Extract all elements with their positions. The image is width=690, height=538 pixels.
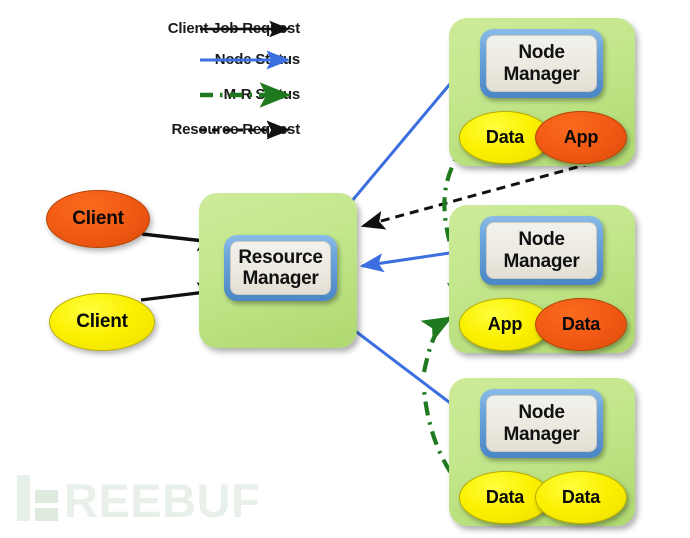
node-manager-inner-3: Node Manager xyxy=(486,395,597,452)
resource-manager-box[interactable]: Resource Manager xyxy=(224,235,337,301)
node-container-3[interactable]: Node Manager Data Data xyxy=(449,378,635,526)
legend-arrow-swatches xyxy=(200,20,292,140)
resource-manager-container[interactable]: Resource Manager xyxy=(199,193,357,348)
watermark-bar-icon xyxy=(17,475,30,521)
client-ellipse-2[interactable]: Client xyxy=(49,293,155,351)
client-ellipse-1[interactable]: Client xyxy=(46,190,150,248)
node-manager-inner-1: Node Manager xyxy=(486,35,597,92)
node-container-1[interactable]: Node Manager Data App xyxy=(449,18,635,166)
node-manager-box-2[interactable]: Node Manager xyxy=(480,216,603,285)
node1-container-2[interactable]: App xyxy=(535,111,627,164)
watermark-text: REEBUF xyxy=(64,474,261,528)
arrow-mr-status-to-node2-app xyxy=(420,316,453,373)
node-manager-title-line2-1: Manager xyxy=(503,63,580,85)
node2-container-2-label: Data xyxy=(561,314,601,334)
node-manager-inner-2: Node Manager xyxy=(486,222,597,279)
node2-container-1-label: App xyxy=(487,314,523,334)
node3-container-1-label: Data xyxy=(485,487,525,507)
node-manager-title-line2-2: Manager xyxy=(503,250,580,272)
node-manager-title-line1-1: Node xyxy=(518,42,565,64)
node2-container-2[interactable]: Data xyxy=(535,298,627,351)
node-manager-box-1[interactable]: Node Manager xyxy=(480,29,603,98)
node-manager-title-line2-3: Manager xyxy=(503,423,580,445)
node1-container-1-label: Data xyxy=(485,127,525,147)
node1-container-2-label: App xyxy=(563,127,599,147)
client-label-2: Client xyxy=(76,311,128,332)
resource-manager-title-line2: Manager xyxy=(242,268,319,289)
freebuf-watermark: REEBUF xyxy=(17,474,261,528)
watermark-stack-icon xyxy=(35,490,58,521)
node-manager-title-line1-3: Node xyxy=(518,402,565,424)
resource-manager-title-line1: Resource xyxy=(238,246,323,268)
node-container-2[interactable]: Node Manager App Data xyxy=(449,205,635,353)
node3-container-2[interactable]: Data xyxy=(535,471,627,524)
client-label-1: Client xyxy=(72,208,124,229)
resource-manager-inner: Resource Manager xyxy=(230,241,331,295)
node-manager-title-line1-2: Node xyxy=(518,229,565,251)
legend: Client Job Request Node Status M-R Statu… xyxy=(0,0,300,150)
node3-container-2-label: Data xyxy=(561,487,601,507)
node-manager-box-3[interactable]: Node Manager xyxy=(480,389,603,458)
